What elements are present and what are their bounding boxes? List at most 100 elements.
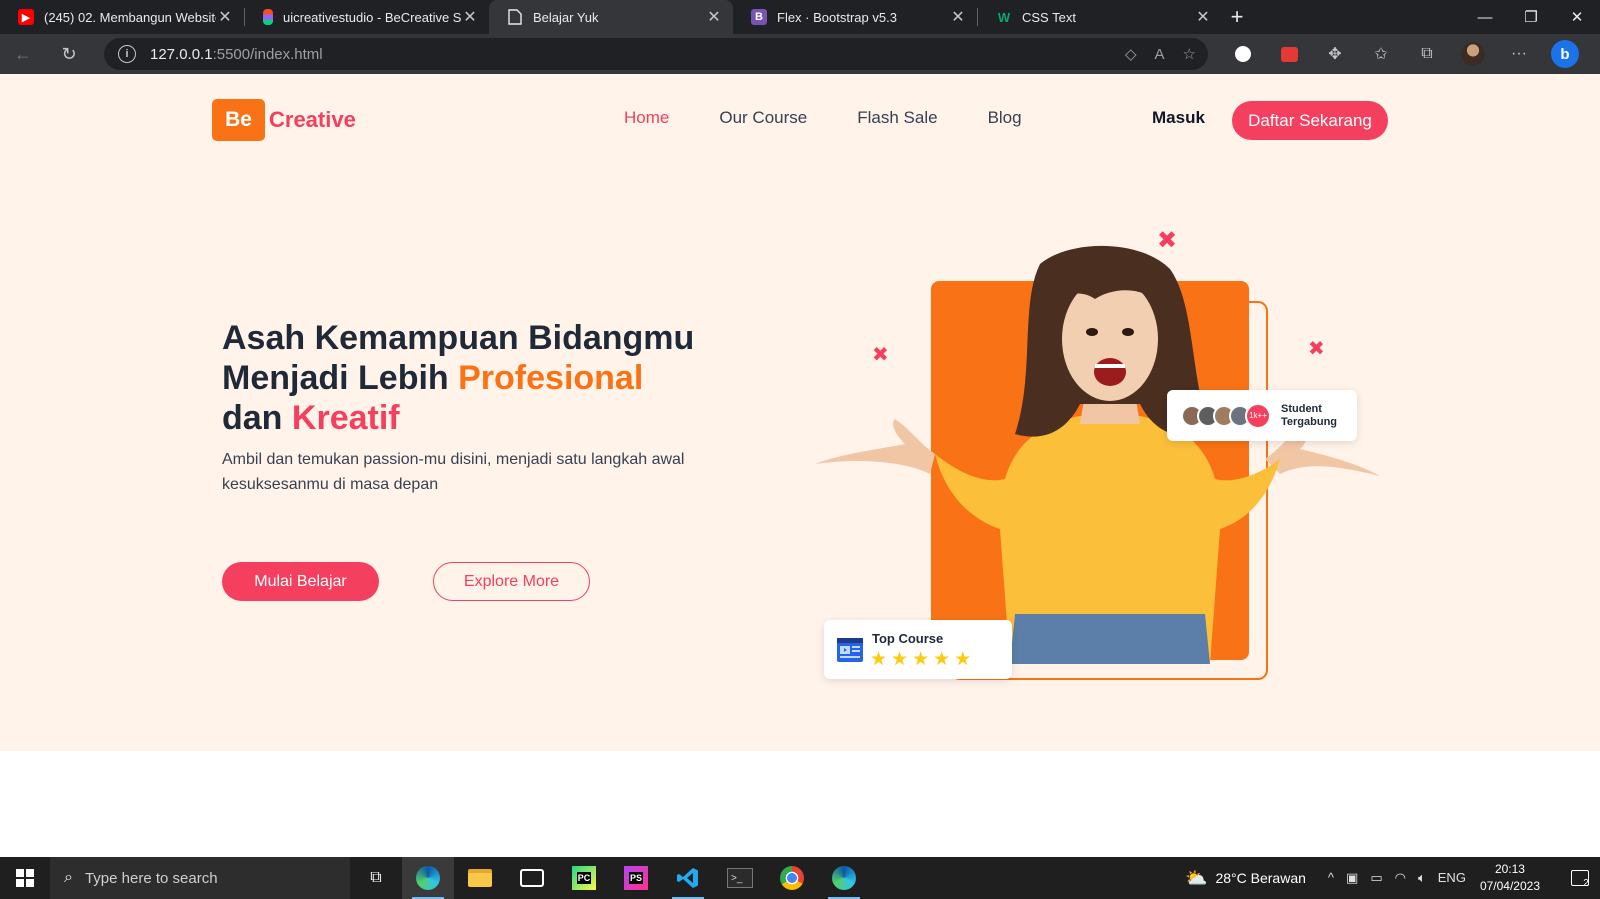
web-page: Be Creative Home Our Course Flash Sale B… [0, 74, 1600, 751]
browser-toolbar: ← ↻ i 127.0.0.1:5500/index.html ◇ A ☆ ✥ … [0, 34, 1600, 74]
phpstorm-icon[interactable]: PS [610, 857, 662, 899]
notification-center-icon[interactable]: 2 [1560, 868, 1600, 889]
top-course-card: Top Course ★ ★ ★ ★ ★ [824, 620, 1012, 679]
star-icon: ★ [891, 649, 909, 670]
nav-blog[interactable]: Blog [988, 108, 1022, 128]
close-icon[interactable]: ✕ [705, 7, 723, 27]
page-next-section [0, 751, 1600, 857]
wifi-icon[interactable]: ◠ [1395, 870, 1406, 886]
student-label-line2: Tergabung [1281, 415, 1338, 428]
address-bar[interactable]: i 127.0.0.1:5500/index.html ◇ A ☆ [104, 38, 1208, 70]
page-icon [507, 9, 523, 25]
extensions-puzzle-icon[interactable]: ✥ [1312, 34, 1358, 74]
start-learning-button[interactable]: Mulai Belajar [222, 562, 379, 601]
close-icon[interactable]: ✕ [461, 7, 479, 27]
extensions-area: ✥ ✩ ⧉ ··· b [1220, 34, 1588, 74]
system-tray: ⛅ 28°C Berawan ^ ▣ ▭ ◠ 🔈︎ ENG 20:13 07/0… [1185, 857, 1600, 899]
tab-label: (245) 02. Membangun Website C [44, 9, 216, 25]
top-course-label: Top Course [872, 631, 944, 646]
search-placeholder: Type here to search [84, 869, 218, 887]
back-icon[interactable]: ← [0, 34, 46, 74]
remote-desktop-icon[interactable] [506, 857, 558, 899]
device-icon[interactable]: ▣ [1346, 870, 1358, 886]
chrome-icon[interactable] [766, 857, 818, 899]
new-tab-button[interactable]: + [1222, 0, 1252, 34]
minimize-icon[interactable]: — [1462, 0, 1508, 34]
course-video-icon [837, 638, 863, 662]
add-favorite-icon[interactable]: ☆ [1183, 45, 1196, 63]
terminal-icon[interactable]: >_ [714, 857, 766, 899]
window-controls: — ❐ ✕ [1462, 0, 1600, 34]
tab-figma[interactable]: uicreativestudio - BeCreative Slic ✕ [245, 0, 489, 34]
extension-circle-icon[interactable] [1220, 34, 1266, 74]
explore-more-button[interactable]: Explore More [433, 562, 590, 601]
volume-icon[interactable]: 🔈︎ [1418, 870, 1426, 886]
figma-icon [263, 9, 273, 25]
favorites-icon[interactable]: ✩ [1358, 34, 1404, 74]
more-options-icon[interactable]: ··· [1496, 34, 1542, 74]
clock[interactable]: 20:13 07/04/2023 [1480, 861, 1540, 895]
pycharm-icon[interactable]: PC [558, 857, 610, 899]
star-icon: ★ [870, 649, 888, 670]
language-indicator[interactable]: ENG [1438, 870, 1466, 886]
weather-widget[interactable]: ⛅ 28°C Berawan [1185, 868, 1306, 889]
student-count-badge: 1k++ [1245, 402, 1271, 429]
logo-text: Creative [269, 107, 356, 132]
restore-icon[interactable]: ❐ [1508, 0, 1554, 34]
star-icon: ★ [954, 649, 972, 670]
tray-icons: ^ ▣ ▭ ◠ 🔈︎ ENG [1328, 870, 1466, 886]
nav-flash-sale[interactable]: Flash Sale [857, 108, 937, 128]
edge-taskbar-icon[interactable] [402, 857, 454, 899]
edge-second-window-icon[interactable] [818, 857, 870, 899]
site-logo[interactable]: Be Creative [212, 99, 356, 141]
windows-taskbar: ⌕ Type here to search ⧉ PC PS >_ ⛅ 28°C … [0, 857, 1600, 899]
show-hidden-icons-icon[interactable]: ^ [1328, 870, 1334, 886]
nav-our-course[interactable]: Our Course [719, 108, 807, 128]
bootstrap-icon: B [751, 9, 767, 25]
signup-button[interactable]: Daftar Sekarang [1232, 101, 1388, 140]
task-view-icon[interactable]: ⧉ [350, 857, 402, 899]
url-path: :5500/index.html [212, 45, 323, 63]
hero-subtitle: Ambil dan temukan passion-mu disini, men… [222, 451, 685, 493]
close-icon[interactable]: ✕ [1194, 7, 1212, 27]
search-icon: ⌕ [64, 869, 73, 886]
file-explorer-icon[interactable] [454, 857, 506, 899]
tab-css-text[interactable]: W CSS Text ✕ [978, 0, 1222, 34]
battery-icon[interactable]: ▭ [1370, 870, 1382, 886]
vscode-icon[interactable] [662, 857, 714, 899]
profile-avatar[interactable] [1450, 34, 1496, 74]
hero-person-illustration [815, 245, 1380, 664]
site-info-icon[interactable]: i [118, 45, 136, 63]
tab-youtube[interactable]: ▶ (245) 02. Membangun Website C ✕ [0, 0, 244, 34]
clock-time: 20:13 [1494, 862, 1525, 876]
student-label: Student Tergabung [1281, 403, 1351, 429]
close-icon[interactable]: ✕ [949, 7, 967, 27]
hero-title-line2: Menjadi Lebih [222, 359, 459, 397]
windows-start-icon[interactable] [0, 857, 50, 899]
clock-date: 07/04/2023 [1479, 879, 1540, 893]
tab-belajar-yuk[interactable]: Belajar Yuk ✕ [489, 0, 733, 34]
tab-label: uicreativestudio - BeCreative Slic [283, 9, 461, 25]
extension-red-icon[interactable] [1266, 34, 1312, 74]
collections-icon[interactable]: ⧉ [1404, 34, 1450, 74]
tab-label: Flex · Bootstrap v5.3 [777, 9, 897, 25]
hero-accent-kreatif: Kreatif [291, 399, 400, 437]
taskbar-search-input[interactable]: ⌕ Type here to search [50, 857, 350, 899]
hero-title-line3: dan [222, 399, 292, 437]
star-icon: ★ [933, 649, 951, 670]
tag-icon[interactable]: ◇ [1125, 45, 1137, 63]
tab-label: Belajar Yuk [533, 9, 599, 25]
window-close-icon[interactable]: ✕ [1554, 0, 1600, 34]
bing-icon[interactable]: b [1542, 34, 1588, 74]
nav-home[interactable]: Home [624, 108, 669, 128]
decoration-cross-right: ✖ [1308, 338, 1325, 360]
browser-tab-bar: ▶ (245) 02. Membangun Website C ✕ uicrea… [0, 0, 1600, 34]
student-label-line1: Student [1281, 402, 1322, 415]
hero-title: Asah Kemampuan Bidangmu Menjadi Lebih Pr… [222, 318, 762, 438]
reload-icon[interactable]: ↻ [46, 34, 92, 74]
read-aloud-icon[interactable]: A [1155, 46, 1165, 63]
close-icon[interactable]: ✕ [216, 7, 234, 27]
logo-mark: Be [212, 99, 265, 141]
login-link[interactable]: Masuk [1152, 108, 1205, 128]
tab-bootstrap[interactable]: B Flex · Bootstrap v5.3 ✕ [733, 0, 977, 34]
